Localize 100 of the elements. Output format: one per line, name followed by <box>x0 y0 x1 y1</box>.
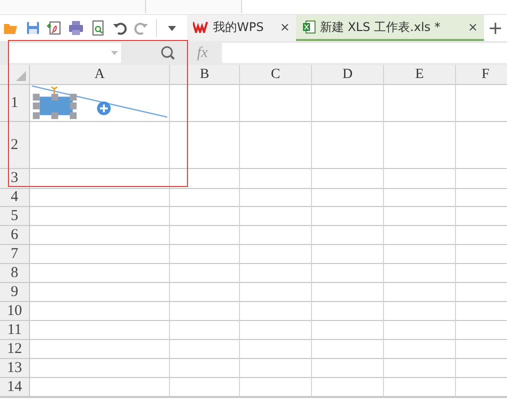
spreadsheet-cell[interactable] <box>30 122 170 169</box>
redo-icon[interactable] <box>133 20 150 36</box>
spreadsheet-cell[interactable] <box>312 359 384 378</box>
spreadsheet-cell[interactable] <box>170 245 240 264</box>
row-header[interactable]: 1 <box>0 85 30 122</box>
spreadsheet-cell[interactable] <box>30 189 170 207</box>
spreadsheet-cell[interactable] <box>170 321 240 340</box>
spreadsheet-cell[interactable] <box>170 302 240 321</box>
row-header[interactable]: 14 <box>0 378 30 397</box>
spreadsheet-cell[interactable] <box>240 245 312 264</box>
spreadsheet-cell[interactable] <box>240 283 312 302</box>
spreadsheet-cell[interactable] <box>384 122 456 169</box>
spreadsheet-cell[interactable] <box>312 264 384 283</box>
close-tab-button[interactable]: × <box>280 20 290 34</box>
spreadsheet-cell[interactable] <box>30 340 170 359</box>
spreadsheet-cell[interactable] <box>240 189 312 207</box>
spreadsheet-cell[interactable] <box>384 85 456 122</box>
row-header[interactable]: 12 <box>0 340 30 359</box>
spreadsheet-cell[interactable] <box>384 169 456 189</box>
spreadsheet-cell[interactable] <box>170 378 240 397</box>
spreadsheet-cell[interactable] <box>30 283 170 302</box>
spreadsheet-cell[interactable] <box>170 207 240 226</box>
spreadsheet-cell[interactable] <box>30 378 170 397</box>
undo-icon[interactable] <box>112 20 128 36</box>
spreadsheet-cell[interactable] <box>240 122 312 169</box>
spreadsheet-cell[interactable] <box>312 340 384 359</box>
spreadsheet-cell[interactable] <box>30 226 170 245</box>
spreadsheet-cell[interactable] <box>312 85 384 122</box>
document-tab[interactable]: 我的WPS × <box>186 15 296 41</box>
spreadsheet-cell[interactable] <box>30 245 170 264</box>
spreadsheet-cell[interactable] <box>312 378 384 397</box>
column-header[interactable]: F <box>456 65 507 85</box>
column-header[interactable]: B <box>170 65 240 85</box>
row-header[interactable]: 6 <box>0 226 30 245</box>
column-header[interactable]: D <box>312 65 384 85</box>
row-header[interactable]: 3 <box>0 169 30 189</box>
spreadsheet-cell[interactable] <box>312 226 384 245</box>
row-header[interactable]: 2 <box>0 122 30 169</box>
spreadsheet-cell[interactable] <box>384 264 456 283</box>
column-header[interactable]: C <box>240 65 312 85</box>
spreadsheet-cell[interactable] <box>240 85 312 122</box>
spreadsheet-cell[interactable] <box>312 122 384 169</box>
spreadsheet-cell[interactable] <box>170 264 240 283</box>
spreadsheet-cell[interactable] <box>240 359 312 378</box>
spreadsheet-cell[interactable] <box>240 226 312 245</box>
row-header[interactable]: 7 <box>0 245 30 264</box>
spreadsheet-cell[interactable] <box>312 169 384 189</box>
spreadsheet-cell[interactable] <box>170 340 240 359</box>
spreadsheet-cell[interactable] <box>312 189 384 207</box>
zoom-icon[interactable] <box>161 46 175 60</box>
new-tab-button[interactable]: + <box>484 18 507 38</box>
spreadsheet-cell[interactable] <box>240 264 312 283</box>
spreadsheet-cell[interactable] <box>384 207 456 226</box>
spreadsheet-cell[interactable] <box>384 340 456 359</box>
print-preview-icon[interactable] <box>90 20 106 36</box>
row-header[interactable]: 4 <box>0 189 30 207</box>
spreadsheet-cell[interactable] <box>170 226 240 245</box>
spreadsheet-cell[interactable] <box>384 226 456 245</box>
spreadsheet-cell[interactable] <box>312 207 384 226</box>
print-icon[interactable] <box>68 20 84 36</box>
spreadsheet-cell[interactable] <box>170 122 240 169</box>
spreadsheet-cell[interactable] <box>312 302 384 321</box>
spreadsheet-cell[interactable] <box>170 283 240 302</box>
spreadsheet-cell[interactable] <box>384 302 456 321</box>
spreadsheet-cell[interactable] <box>170 85 240 122</box>
spreadsheet-cell[interactable] <box>240 321 312 340</box>
spreadsheet-cell[interactable] <box>170 359 240 378</box>
close-tab-button[interactable]: × <box>468 20 478 34</box>
pdf-export-icon[interactable] <box>46 20 62 36</box>
column-header[interactable]: E <box>384 65 456 85</box>
spreadsheet-cell[interactable] <box>30 321 170 340</box>
spreadsheet-cell[interactable] <box>240 169 312 189</box>
select-all-corner[interactable] <box>0 65 30 85</box>
spreadsheet-cell[interactable] <box>312 283 384 302</box>
spreadsheet-cell[interactable] <box>170 169 240 189</box>
spreadsheet-cell[interactable] <box>312 321 384 340</box>
column-header[interactable]: A <box>30 65 170 85</box>
spreadsheet-cell[interactable] <box>384 359 456 378</box>
row-header[interactable]: 13 <box>0 359 30 378</box>
spreadsheet-cell[interactable] <box>240 378 312 397</box>
spreadsheet-cell[interactable] <box>30 169 170 189</box>
spreadsheet-cell[interactable] <box>312 245 384 264</box>
spreadsheet-cell[interactable] <box>30 302 170 321</box>
selected-shape[interactable] <box>32 86 77 120</box>
add-icon[interactable] <box>97 102 111 116</box>
spreadsheet-cell[interactable] <box>384 321 456 340</box>
spreadsheet-cell[interactable] <box>30 264 170 283</box>
document-tab[interactable]: 新建 XLS 工作表.xls * × <box>296 15 484 41</box>
spreadsheet-cell[interactable] <box>240 340 312 359</box>
spreadsheet-cell[interactable] <box>384 283 456 302</box>
row-header[interactable]: 10 <box>0 302 30 321</box>
row-header[interactable]: 9 <box>0 283 30 302</box>
row-header[interactable]: 11 <box>0 321 30 340</box>
spreadsheet-cell[interactable] <box>384 245 456 264</box>
spreadsheet-cell[interactable] <box>384 378 456 397</box>
row-header[interactable]: 5 <box>0 207 30 226</box>
spreadsheet-cell[interactable] <box>170 189 240 207</box>
row-header[interactable]: 8 <box>0 264 30 283</box>
spreadsheet-cell[interactable] <box>384 189 456 207</box>
spreadsheet-cell[interactable] <box>240 207 312 226</box>
